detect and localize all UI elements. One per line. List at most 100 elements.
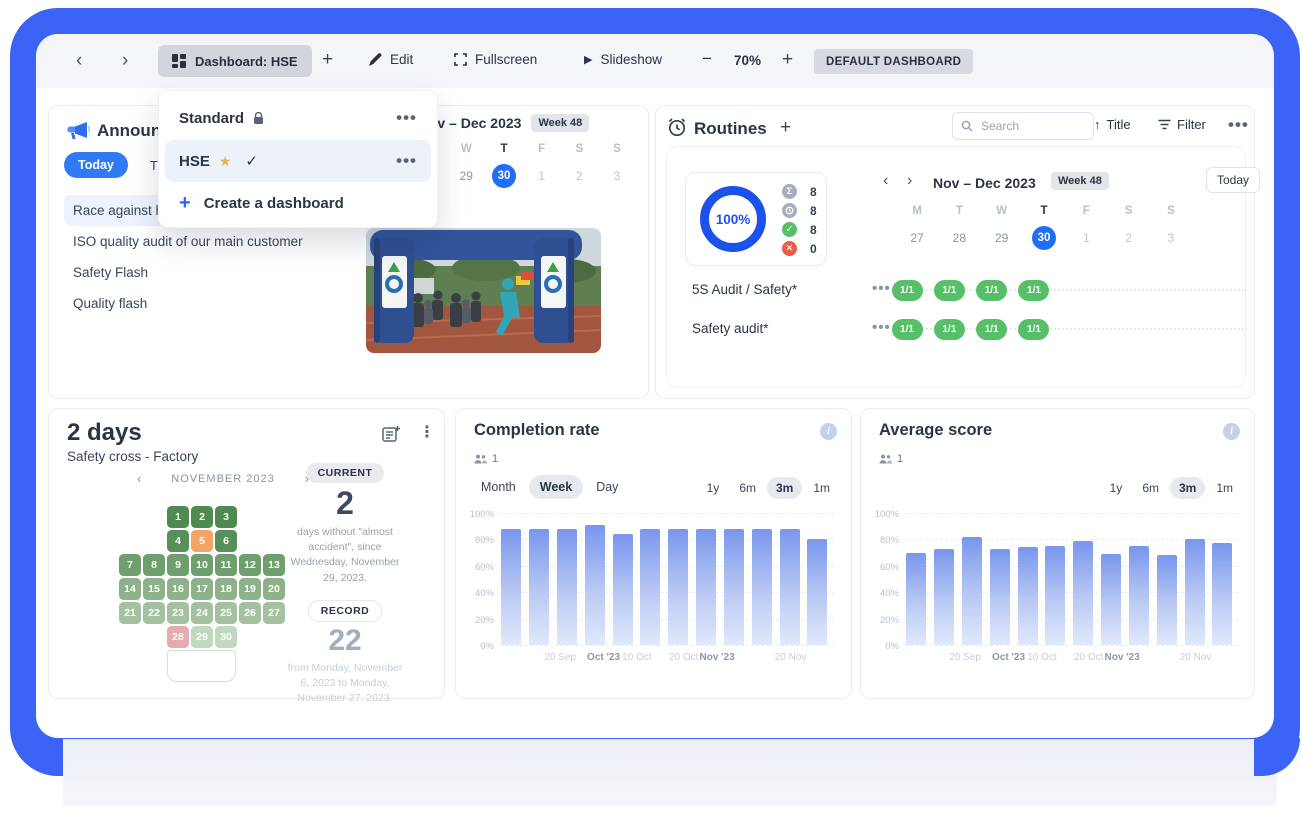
tab-day[interactable]: Day — [585, 475, 629, 499]
fullscreen-button[interactable]: Fullscreen — [454, 52, 537, 67]
range-1m[interactable]: 1m — [804, 477, 839, 499]
search-input[interactable] — [979, 118, 1063, 134]
calendar-day-cell[interactable]: 7 — [119, 554, 141, 576]
day-number[interactable]: 3 — [614, 164, 621, 188]
score-badge[interactable]: 1/1 — [1018, 319, 1049, 340]
filter-button[interactable]: Filter — [1158, 117, 1206, 132]
tab-month[interactable]: Month — [470, 475, 527, 499]
range-3m[interactable]: 3m — [767, 477, 802, 499]
routine-name[interactable]: 5S Audit / Safety* — [692, 282, 797, 297]
default-dashboard-button[interactable]: DEFAULT DASHBOARD — [814, 49, 973, 74]
calendar-day-cell[interactable]: 23 — [167, 602, 189, 624]
calendar-day-cell[interactable]: 24 — [191, 602, 213, 624]
day-number[interactable]: 29 — [460, 164, 473, 188]
calendar-day-cell[interactable]: 14 — [119, 578, 141, 600]
announcement-item[interactable]: ISO quality audit of our main customer — [64, 226, 362, 257]
range-1m[interactable]: 1m — [1207, 477, 1242, 499]
day-number[interactable]: 2 — [1125, 226, 1132, 250]
routines-menu-button[interactable]: ••• — [1228, 115, 1249, 135]
calendar-day-cell[interactable]: 5 — [191, 530, 213, 552]
announcement-item[interactable]: Safety Flash — [64, 257, 362, 288]
add-note-icon[interactable] — [382, 425, 401, 443]
score-badge[interactable]: 1/1 — [892, 280, 923, 301]
item-menu-icon[interactable]: ••• — [396, 108, 417, 128]
calendar-day-cell[interactable]: 1 — [167, 506, 189, 528]
day-number[interactable]: 28 — [953, 226, 966, 250]
calendar-day-cell[interactable]: 15 — [143, 578, 165, 600]
score-badge[interactable]: 1/1 — [934, 280, 965, 301]
calendar-day-cell[interactable]: 27 — [263, 602, 285, 624]
day-number[interactable]: 2 — [576, 164, 583, 188]
calendar-day-cell[interactable]: 6 — [215, 530, 237, 552]
score-badge[interactable]: 1/1 — [976, 319, 1007, 340]
tab-week[interactable]: Week — [529, 475, 583, 499]
day-number[interactable]: 27 — [910, 226, 923, 250]
day-number[interactable]: 30 — [1032, 226, 1056, 250]
kebab-menu-icon[interactable]: ⋮ — [419, 422, 435, 442]
calendar-prev-button[interactable]: ‹ — [883, 172, 888, 190]
calendar-day-cell[interactable]: 8 — [143, 554, 165, 576]
routines-search[interactable] — [952, 112, 1094, 140]
slideshow-button[interactable]: ▶ Slideshow — [584, 52, 662, 67]
calendar-day-cell[interactable]: 21 — [119, 602, 141, 624]
calendar-day-cell[interactable]: 3 — [215, 506, 237, 528]
dashboard-selector-button[interactable]: Dashboard: HSE — [158, 45, 312, 77]
score-badge[interactable]: 1/1 — [934, 319, 965, 340]
day-number[interactable]: 1 — [538, 164, 545, 188]
announcements-tab[interactable]: Today — [64, 152, 128, 178]
announcement-photo[interactable] — [366, 228, 601, 353]
calendar-day-cell[interactable]: 28 — [167, 626, 189, 648]
calendar-day-cell[interactable]: 2 — [191, 506, 213, 528]
routine-menu-icon[interactable]: ••• — [872, 319, 891, 336]
calendar-day-cell[interactable]: 4 — [167, 530, 189, 552]
zoom-out-button[interactable]: − — [702, 49, 712, 69]
calendar-day-cell[interactable]: 12 — [239, 554, 261, 576]
today-button[interactable]: Today — [1206, 167, 1260, 193]
dashboard-menu-item[interactable]: Standard••• — [165, 97, 431, 139]
dashboard-menu-item[interactable]: HSE★✓••• — [165, 140, 431, 182]
y-tick-label: 80% — [475, 535, 494, 546]
announcement-item[interactable]: Quality flash — [64, 288, 362, 319]
calendar-day-cell[interactable]: 10 — [191, 554, 213, 576]
routine-name[interactable]: Safety audit* — [692, 321, 769, 336]
item-menu-icon[interactable]: ••• — [396, 151, 417, 171]
day-number[interactable]: 1 — [1083, 226, 1090, 250]
sort-by-title-button[interactable]: ↑ Title — [1094, 117, 1131, 132]
zoom-in-button[interactable]: + — [782, 49, 793, 71]
add-routine-button[interactable]: + — [780, 117, 791, 139]
calendar-day-cell[interactable]: 9 — [167, 554, 189, 576]
calendar-next-button[interactable]: › — [907, 172, 912, 190]
routine-menu-icon[interactable]: ••• — [872, 280, 891, 297]
range-1y[interactable]: 1y — [1101, 477, 1132, 499]
range-6m[interactable]: 6m — [730, 477, 765, 499]
range-3m[interactable]: 3m — [1170, 477, 1205, 499]
score-badge[interactable]: 1/1 — [1018, 280, 1049, 301]
score-badge[interactable]: 1/1 — [976, 280, 1007, 301]
calendar-day-cell[interactable]: 19 — [239, 578, 261, 600]
info-icon[interactable]: i — [820, 423, 837, 440]
score-badge[interactable]: 1/1 — [892, 319, 923, 340]
create-dashboard-button[interactable]: + Create a dashboard — [159, 183, 437, 223]
calendar-day-cell[interactable]: 25 — [215, 602, 237, 624]
add-dashboard-tab-button[interactable]: + — [322, 49, 333, 71]
calendar-day-cell[interactable]: 11 — [215, 554, 237, 576]
range-1y[interactable]: 1y — [698, 477, 729, 499]
calendar-day-cell[interactable]: 22 — [143, 602, 165, 624]
day-number[interactable]: 30 — [492, 164, 516, 188]
calendar-day-cell[interactable]: 20 — [263, 578, 285, 600]
day-number[interactable]: 29 — [995, 226, 1008, 250]
day-number[interactable]: 3 — [1168, 226, 1175, 250]
range-6m[interactable]: 6m — [1133, 477, 1168, 499]
back-button[interactable]: ‹ — [76, 51, 82, 71]
info-icon[interactable]: i — [1223, 423, 1240, 440]
chevron-left-icon[interactable]: ‹ — [137, 471, 141, 486]
calendar-day-cell[interactable]: 18 — [215, 578, 237, 600]
calendar-day-cell[interactable]: 16 — [167, 578, 189, 600]
calendar-day-cell[interactable]: 13 — [263, 554, 285, 576]
calendar-day-cell[interactable]: 17 — [191, 578, 213, 600]
calendar-day-cell[interactable]: 30 — [215, 626, 237, 648]
forward-button[interactable]: › — [122, 51, 128, 71]
calendar-day-cell[interactable]: 26 — [239, 602, 261, 624]
calendar-day-cell[interactable]: 29 — [191, 626, 213, 648]
edit-button[interactable]: Edit — [368, 52, 413, 67]
